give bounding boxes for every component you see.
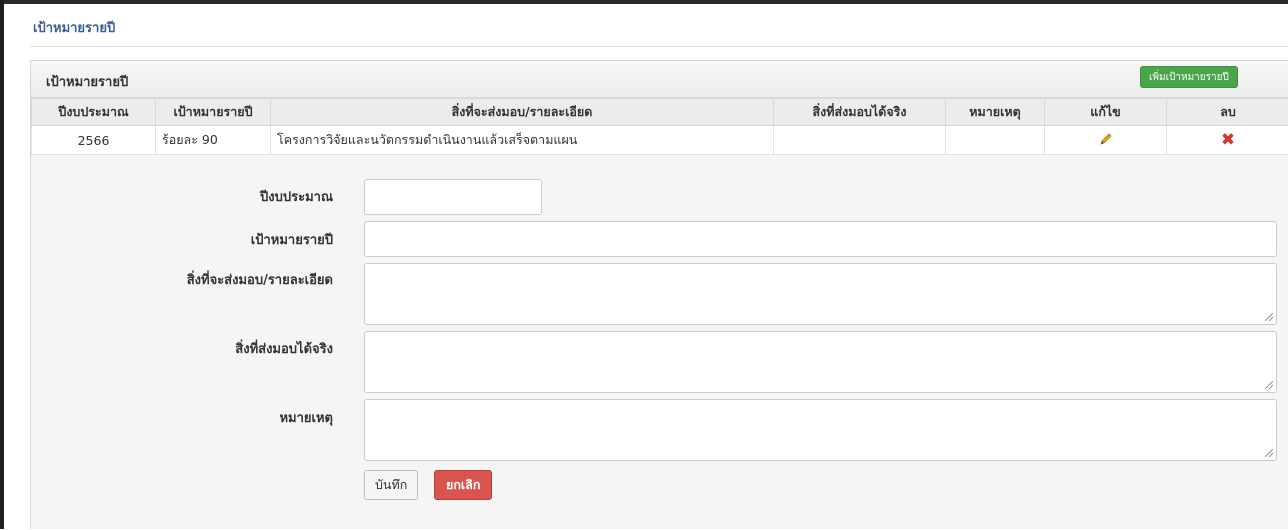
cell-actual — [774, 126, 946, 155]
resize-handle-icon[interactable] — [1265, 381, 1273, 389]
add-target-button[interactable]: เพิ่มเป้าหมายรายปี — [1140, 66, 1238, 88]
table-header-row: ปีงบประมาณ เป้าหมายรายปี สิ่งที่จะส่งมอบ… — [32, 99, 1288, 126]
cell-delete: ✖ — [1167, 126, 1288, 155]
column-header-year: ปีงบประมาณ — [32, 99, 156, 126]
actual-textarea[interactable] — [364, 331, 1277, 393]
page-title: เป้าหมายรายปี — [33, 17, 115, 38]
target-table: ปีงบประมาณ เป้าหมายรายปี สิ่งที่จะส่งมอบ… — [31, 98, 1288, 155]
window-top-border — [0, 0, 1288, 4]
panel-header: เป้าหมายรายปี เพิ่มเป้าหมายรายปี — [31, 61, 1288, 98]
column-header-actual: สิ่งที่ส่งมอบได้จริง — [774, 99, 946, 126]
table-row: 2566 ร้อยละ 90 โครงการวิจัยและนวัตกรรมดำ… — [32, 126, 1288, 155]
save-button[interactable]: บันทึก — [364, 470, 418, 500]
resize-handle-icon[interactable] — [1265, 449, 1273, 457]
column-header-delete: ลบ — [1167, 99, 1288, 126]
actual-label: สิ่งที่ส่งมอบได้จริง — [235, 338, 333, 359]
panel-title: เป้าหมายรายปี — [46, 71, 128, 92]
deliverable-textarea[interactable] — [364, 263, 1277, 325]
resize-handle-icon[interactable] — [1265, 313, 1273, 321]
window-left-border — [0, 0, 4, 529]
cell-deliverable: โครงการวิจัยและนวัตกรรมดำเนินงานแล้วเสร็… — [271, 126, 774, 155]
title-divider — [30, 46, 1288, 47]
pencil-icon[interactable] — [1098, 131, 1114, 150]
note-label: หมายเหตุ — [279, 407, 333, 428]
column-header-target: เป้าหมายรายปี — [156, 99, 271, 126]
close-icon[interactable]: ✖ — [1221, 130, 1235, 150]
cell-note — [946, 126, 1045, 155]
cell-edit — [1045, 126, 1167, 155]
column-header-note: หมายเหตุ — [946, 99, 1045, 126]
deliverable-label: สิ่งที่จะส่งมอบ/รายละเอียด — [187, 269, 333, 290]
year-label: ปีงบประมาณ — [260, 186, 333, 207]
cell-year: 2566 — [32, 126, 156, 155]
note-textarea[interactable] — [364, 399, 1277, 461]
column-header-edit: แก้ไข — [1045, 99, 1167, 126]
column-header-deliverable: สิ่งที่จะส่งมอบ/รายละเอียด — [271, 99, 774, 126]
cell-target: ร้อยละ 90 — [156, 126, 271, 155]
target-input[interactable] — [364, 221, 1277, 257]
target-label: เป้าหมายรายปี — [251, 229, 333, 250]
annual-target-panel: เป้าหมายรายปี เพิ่มเป้าหมายรายปี ปีงบประ… — [30, 60, 1288, 529]
cancel-button[interactable]: ยกเลิก — [434, 470, 492, 500]
target-form: ปีงบประมาณ เป้าหมายรายปี สิ่งที่จะส่งมอบ… — [31, 161, 1288, 530]
year-input[interactable] — [364, 179, 542, 215]
